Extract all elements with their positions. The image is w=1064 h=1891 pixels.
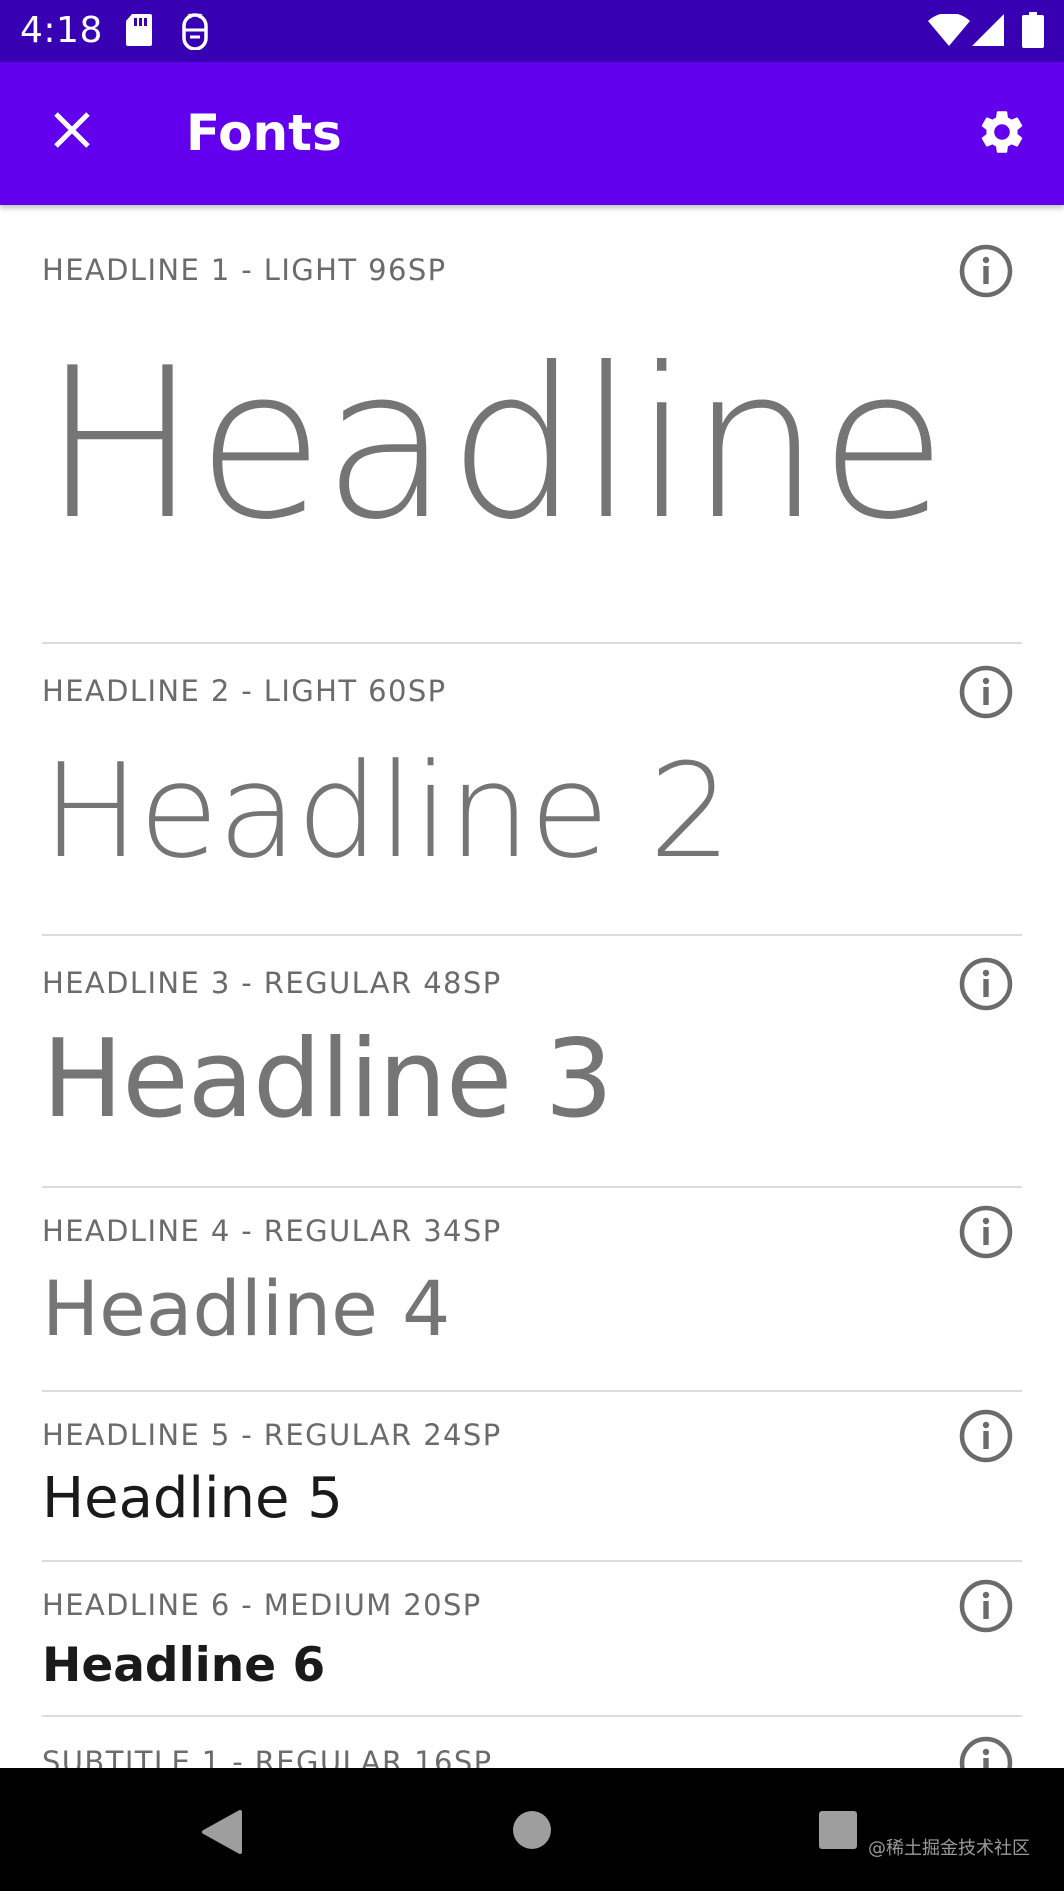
item-label: HEADLINE 4 - REGULAR 34SP bbox=[42, 1214, 502, 1248]
info-icon[interactable] bbox=[958, 243, 1014, 299]
list-item: SUBTITLE 1 - REGULAR 16SP bbox=[42, 1717, 1022, 1768]
sample-text: Headline 2 bbox=[42, 735, 732, 887]
item-label: HEADLINE 5 - REGULAR 24SP bbox=[42, 1418, 502, 1452]
list-item: HEADLINE 3 - REGULAR 48SP Headline 3 bbox=[42, 936, 1022, 1186]
close-button[interactable] bbox=[42, 102, 102, 162]
item-label: HEADLINE 3 - REGULAR 48SP bbox=[42, 966, 502, 1000]
info-icon[interactable] bbox=[958, 956, 1014, 1012]
list-item: HEADLINE 1 - LIGHT 96SP Headline bbox=[42, 205, 1022, 642]
sample-text: Headline bbox=[42, 324, 947, 566]
item-label: HEADLINE 6 - MEDIUM 20SP bbox=[42, 1588, 482, 1622]
close-icon bbox=[52, 110, 92, 155]
android-debug-icon bbox=[180, 12, 210, 55]
settings-button[interactable] bbox=[970, 102, 1034, 166]
item-label: SUBTITLE 1 - REGULAR 16SP bbox=[42, 1745, 493, 1768]
app-bar: Fonts bbox=[0, 62, 1064, 205]
info-icon[interactable] bbox=[958, 664, 1014, 720]
list-item: HEADLINE 5 - REGULAR 24SP Headline 5 bbox=[42, 1392, 1022, 1560]
list-item: HEADLINE 2 - LIGHT 60SP Headline 2 bbox=[42, 644, 1022, 934]
recents-square-icon[interactable] bbox=[818, 1810, 858, 1855]
sd-card-icon bbox=[124, 12, 154, 53]
battery-icon bbox=[1022, 12, 1044, 53]
info-icon[interactable] bbox=[958, 1408, 1014, 1464]
watermark: @稀土掘金技术社区 bbox=[868, 1838, 1030, 1859]
font-list[interactable]: HEADLINE 1 - LIGHT 96SP Headline HEADLIN… bbox=[0, 205, 1064, 1768]
status-bar: 4:18 bbox=[0, 0, 1064, 62]
status-time: 4:18 bbox=[20, 10, 103, 51]
back-triangle-icon[interactable] bbox=[200, 1808, 244, 1861]
item-label: HEADLINE 1 - LIGHT 96SP bbox=[42, 253, 447, 287]
info-icon[interactable] bbox=[958, 1204, 1014, 1260]
list-item: HEADLINE 4 - REGULAR 34SP Headline 4 bbox=[42, 1188, 1022, 1390]
sample-text: Headline 6 bbox=[42, 1638, 326, 1693]
navigation-bar: @稀土掘金技术社区 bbox=[0, 1768, 1064, 1891]
page-title: Fonts bbox=[186, 104, 342, 162]
sample-text: Headline 3 bbox=[42, 1017, 613, 1142]
item-label: HEADLINE 2 - LIGHT 60SP bbox=[42, 674, 447, 708]
info-icon[interactable] bbox=[958, 1735, 1014, 1768]
home-circle-icon[interactable] bbox=[512, 1810, 552, 1855]
wifi-icon bbox=[928, 12, 970, 51]
list-item: HEADLINE 6 - MEDIUM 20SP Headline 6 bbox=[42, 1562, 1022, 1717]
info-icon[interactable] bbox=[958, 1578, 1014, 1634]
signal-icon bbox=[972, 14, 1004, 51]
sample-text: Headline 5 bbox=[42, 1466, 343, 1531]
sample-text: Headline 4 bbox=[42, 1264, 451, 1353]
gear-icon bbox=[976, 106, 1028, 163]
